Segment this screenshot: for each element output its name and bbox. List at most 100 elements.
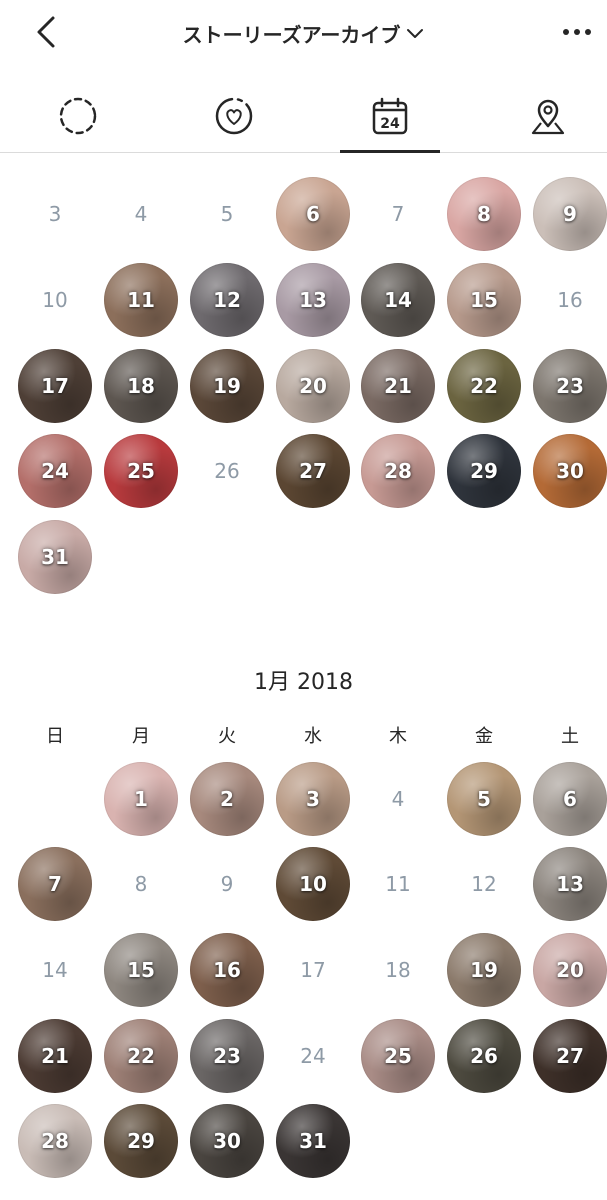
story-day-cell[interactable]: 15 — [447, 263, 521, 337]
day-number: 2 — [220, 787, 234, 811]
story-day-cell[interactable]: 29 — [104, 1104, 178, 1178]
day-number: 17 — [300, 958, 326, 982]
day-number: 28 — [384, 459, 412, 483]
story-day-cell[interactable]: 14 — [361, 263, 435, 337]
day-number: 12 — [471, 872, 497, 896]
story-day-cell[interactable]: 19 — [190, 349, 264, 423]
story-day-cell[interactable]: 27 — [533, 1019, 607, 1093]
story-day-cell[interactable]: 1 — [104, 762, 178, 836]
story-day-cell[interactable]: 23 — [190, 1019, 264, 1093]
day-number: 18 — [127, 374, 155, 398]
story-day-cell[interactable]: 22 — [447, 349, 521, 423]
story-day-cell[interactable]: 22 — [104, 1019, 178, 1093]
day-number: 23 — [213, 1044, 241, 1068]
story-day-cell[interactable]: 24 — [18, 434, 92, 508]
story-day-cell[interactable]: 20 — [276, 349, 350, 423]
story-day-cell[interactable]: 20 — [533, 933, 607, 1007]
story-day-cell[interactable]: 23 — [533, 349, 607, 423]
story-day-cell[interactable]: 29 — [447, 434, 521, 508]
story-day-cell[interactable]: 10 — [276, 847, 350, 921]
day-number: 20 — [299, 374, 327, 398]
day-number: 24 — [41, 459, 69, 483]
title-dropdown[interactable]: ストーリーズアーカイブ — [0, 18, 607, 48]
day-number: 5 — [477, 787, 491, 811]
day-number: 31 — [299, 1129, 327, 1153]
day-number: 10 — [42, 288, 68, 312]
day-number: 28 — [41, 1129, 69, 1153]
top-bar: ストーリーズアーカイブ — [0, 0, 607, 66]
day-number: 9 — [220, 872, 234, 896]
day-number: 10 — [299, 872, 327, 896]
story-day-cell[interactable]: 21 — [18, 1019, 92, 1093]
weekday-label: 水 — [304, 726, 322, 747]
story-day-cell[interactable]: 15 — [104, 933, 178, 1007]
calendar-day: 10 — [18, 263, 92, 337]
story-day-cell[interactable]: 6 — [276, 177, 350, 251]
day-number: 7 — [391, 202, 405, 226]
story-day-cell[interactable]: 31 — [276, 1104, 350, 1178]
story-day-cell[interactable]: 7 — [18, 847, 92, 921]
story-day-cell[interactable]: 25 — [361, 1019, 435, 1093]
tab-map[interactable] — [498, 80, 598, 152]
story-day-cell[interactable]: 13 — [533, 847, 607, 921]
dashed-circle-icon — [59, 97, 97, 135]
day-number: 1 — [134, 787, 148, 811]
story-day-cell[interactable]: 2 — [190, 762, 264, 836]
story-day-cell[interactable]: 30 — [533, 434, 607, 508]
weekday-label: 木 — [389, 726, 407, 747]
story-day-cell[interactable]: 5 — [447, 762, 521, 836]
calendar-day: 9 — [190, 847, 264, 921]
weekday-label: 月 — [132, 726, 150, 747]
weekday-label: 土 — [561, 726, 579, 747]
story-day-cell[interactable]: 11 — [104, 263, 178, 337]
story-day-cell[interactable]: 25 — [104, 434, 178, 508]
day-number: 18 — [385, 958, 411, 982]
day-number: 8 — [134, 872, 148, 896]
story-day-cell[interactable]: 8 — [447, 177, 521, 251]
page-title: ストーリーズアーカイブ — [182, 22, 401, 47]
calendar-day: 4 — [361, 762, 435, 836]
day-number: 8 — [477, 202, 491, 226]
calendar-day: 26 — [190, 434, 264, 508]
tab-calendar[interactable]: 24 — [340, 80, 440, 153]
story-day-cell[interactable]: 13 — [276, 263, 350, 337]
day-number: 16 — [557, 288, 583, 312]
tab-stories-archive[interactable] — [28, 80, 128, 152]
story-day-cell[interactable]: 27 — [276, 434, 350, 508]
story-day-cell[interactable]: 6 — [533, 762, 607, 836]
story-day-cell[interactable]: 19 — [447, 933, 521, 1007]
story-day-cell[interactable]: 21 — [361, 349, 435, 423]
story-day-cell[interactable]: 28 — [361, 434, 435, 508]
story-day-cell[interactable]: 30 — [190, 1104, 264, 1178]
story-day-cell[interactable]: 18 — [104, 349, 178, 423]
day-number: 11 — [385, 872, 411, 896]
day-number: 13 — [299, 288, 327, 312]
story-day-cell[interactable]: 31 — [18, 520, 92, 594]
story-day-cell[interactable]: 17 — [18, 349, 92, 423]
tab-highlights[interactable] — [184, 80, 284, 152]
story-day-cell[interactable]: 26 — [447, 1019, 521, 1093]
day-number: 30 — [213, 1129, 241, 1153]
calendar-day: 14 — [18, 933, 92, 1007]
calendar-day: 12 — [447, 847, 521, 921]
heart-circle-icon — [215, 97, 253, 135]
day-number: 29 — [470, 459, 498, 483]
more-options-button[interactable] — [557, 16, 597, 48]
day-number: 17 — [41, 374, 69, 398]
day-number: 22 — [470, 374, 498, 398]
archive-tabs: 24 — [0, 80, 607, 153]
day-number: 19 — [470, 958, 498, 982]
calendar-day: 16 — [533, 263, 607, 337]
story-day-cell[interactable]: 28 — [18, 1104, 92, 1178]
calendar-day: 3 — [18, 177, 92, 251]
calendar-day: 7 — [361, 177, 435, 251]
day-number: 15 — [470, 288, 498, 312]
story-day-cell[interactable]: 9 — [533, 177, 607, 251]
day-number: 4 — [134, 202, 148, 226]
day-number: 5 — [220, 202, 234, 226]
story-day-cell[interactable]: 3 — [276, 762, 350, 836]
weekday-label: 日 — [46, 726, 64, 747]
day-number: 14 — [384, 288, 412, 312]
story-day-cell[interactable]: 16 — [190, 933, 264, 1007]
story-day-cell[interactable]: 12 — [190, 263, 264, 337]
